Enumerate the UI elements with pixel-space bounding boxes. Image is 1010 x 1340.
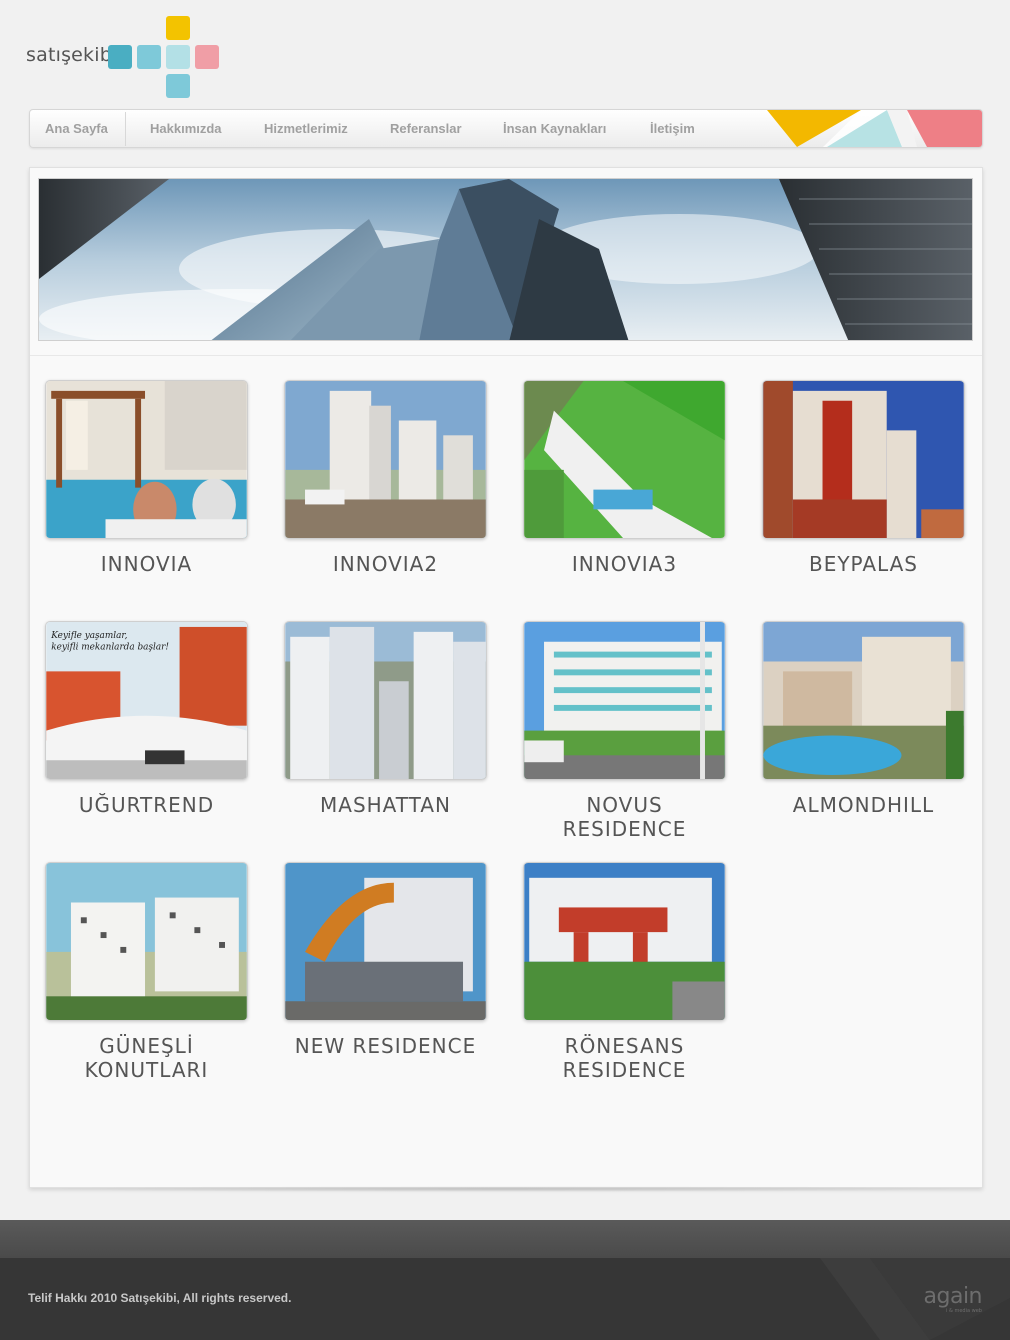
banner-divider <box>30 355 982 356</box>
site-logo[interactable]: satışekibi <box>25 14 225 104</box>
footer-band <box>0 1220 1010 1258</box>
project-name[interactable]: BEYPALAS <box>762 552 965 576</box>
main-nav: Ana Sayfa Hakkımızda Hizmetlerimiz Refer… <box>29 109 983 148</box>
project-name[interactable]: RÖNESANS RESIDENCE <box>523 1034 726 1082</box>
logo-square-light-teal <box>137 45 161 69</box>
project-image-novus-residence[interactable] <box>523 621 726 780</box>
project-card-innovia3[interactable]: INNOVIA3 <box>523 380 726 576</box>
logo-square-teal-bottom <box>166 74 190 98</box>
project-card-new-residence[interactable]: NEW RESIDENCE <box>284 862 487 1058</box>
developer-logo[interactable]: again <box>924 1284 983 1309</box>
project-card-innovia2[interactable]: INNOVIA2 <box>284 380 487 576</box>
logo-square-pink <box>195 45 219 69</box>
svg-text:Keyifle yaşamlar,: Keyifle yaşamlar, <box>50 631 127 641</box>
hero-banner <box>38 178 973 341</box>
project-image-innovia2[interactable] <box>284 380 487 539</box>
project-card-mashattan[interactable]: MASHATTAN <box>284 621 487 817</box>
nav-item-contact[interactable]: İletişim <box>650 110 695 147</box>
project-card-almondhill[interactable]: ALMONDHILL <box>762 621 965 817</box>
project-image-new-residence[interactable] <box>284 862 487 1021</box>
project-image-gunesli-konutlari[interactable] <box>45 862 248 1021</box>
project-card-ugurtrend[interactable]: Keyifle yaşamlar, keyifli mekanlarda baş… <box>45 621 248 817</box>
project-name[interactable]: NEW RESIDENCE <box>284 1034 487 1058</box>
nav-item-references[interactable]: Referanslar <box>390 110 462 147</box>
nav-item-about[interactable]: Hakkımızda <box>150 110 222 147</box>
project-image-almondhill[interactable] <box>762 621 965 780</box>
project-image-beypalas[interactable] <box>762 380 965 539</box>
project-name[interactable]: INNOVIA3 <box>523 552 726 576</box>
project-image-innovia[interactable] <box>45 380 248 539</box>
content-panel: INNOVIA INNOVIA2 INNOVIA3 BEYPALAS Keyif… <box>29 167 983 1188</box>
svg-text:keyifli mekanlarda başlar!: keyifli mekanlarda başlar! <box>51 643 169 653</box>
copyright-text: Telif Hakkı 2010 Satışekibi, All rights … <box>28 1291 292 1305</box>
nav-item-careers[interactable]: İnsan Kaynakları <box>503 110 606 147</box>
project-name[interactable]: INNOVIA2 <box>284 552 487 576</box>
project-name[interactable]: MASHATTAN <box>284 793 487 817</box>
project-card-gunesli-konutlari[interactable]: GÜNEŞLİ KONUTLARI <box>45 862 248 1082</box>
project-card-novus-residence[interactable]: NOVUS RESIDENCE <box>523 621 726 841</box>
project-name[interactable]: NOVUS RESIDENCE <box>523 793 726 841</box>
logo-square-teal <box>108 45 132 69</box>
project-image-ronesans-residence[interactable] <box>523 862 726 1021</box>
project-image-ugurtrend[interactable]: Keyifle yaşamlar, keyifli mekanlarda baş… <box>45 621 248 780</box>
project-card-innovia[interactable]: INNOVIA <box>45 380 248 576</box>
project-card-beypalas[interactable]: BEYPALAS <box>762 380 965 576</box>
project-card-ronesans-residence[interactable]: RÖNESANS RESIDENCE <box>523 862 726 1082</box>
nav-divider <box>125 112 126 146</box>
nav-decoration <box>767 110 982 147</box>
logo-square-yellow <box>166 16 190 40</box>
project-image-mashattan[interactable] <box>284 621 487 780</box>
project-name[interactable]: GÜNEŞLİ KONUTLARI <box>45 1034 248 1082</box>
nav-item-services[interactable]: Hizmetlerimiz <box>264 110 348 147</box>
project-image-innovia3[interactable] <box>523 380 726 539</box>
panel-shadow <box>12 1186 998 1192</box>
project-name[interactable]: INNOVIA <box>45 552 248 576</box>
project-name[interactable]: ALMONDHILL <box>762 793 965 817</box>
project-name[interactable]: UĞURTREND <box>45 793 248 817</box>
footer: Telif Hakkı 2010 Satışekibi, All rights … <box>0 1258 1010 1340</box>
logo-square-pale-teal <box>166 45 190 69</box>
logo-text: satışekibi <box>26 44 118 66</box>
nav-item-home[interactable]: Ana Sayfa <box>45 110 108 147</box>
developer-tagline: i & media web <box>946 1308 982 1314</box>
skyscrapers-image <box>39 179 972 340</box>
